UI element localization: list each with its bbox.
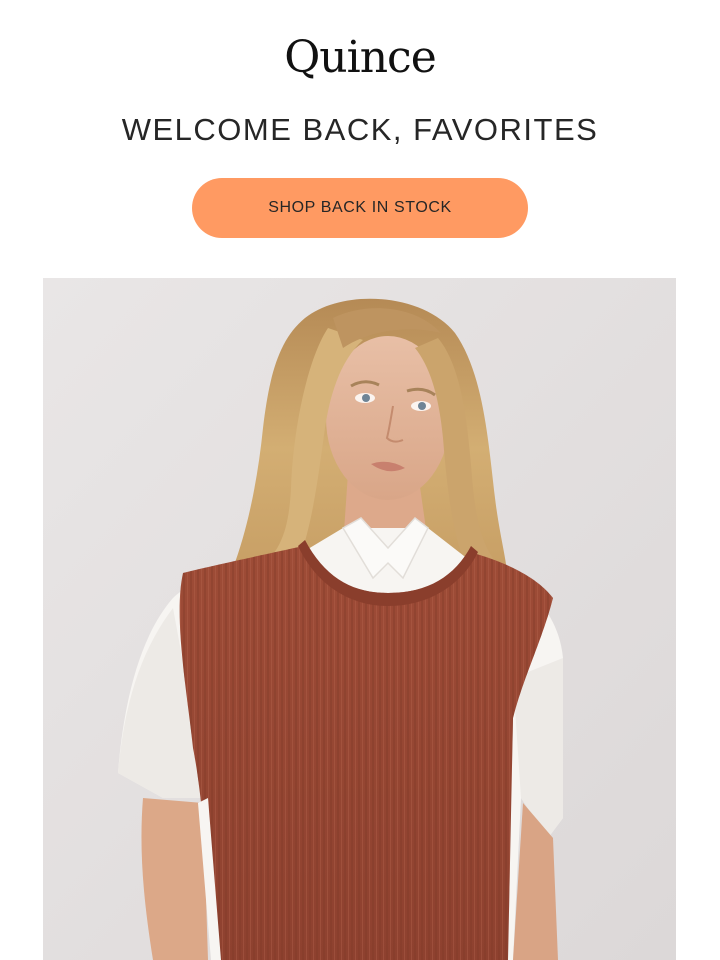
email-page: Quince WELCOME BACK, FAVORITES SHOP BACK… bbox=[0, 0, 720, 960]
shop-back-in-stock-button[interactable]: SHOP BACK IN STOCK bbox=[192, 178, 528, 238]
model-illustration bbox=[43, 278, 676, 960]
headline: WELCOME BACK, FAVORITES bbox=[121, 112, 599, 147]
product-hero-image[interactable] bbox=[43, 278, 676, 960]
left-arm bbox=[141, 798, 208, 960]
brand-logo[interactable]: Quince bbox=[0, 28, 720, 88]
